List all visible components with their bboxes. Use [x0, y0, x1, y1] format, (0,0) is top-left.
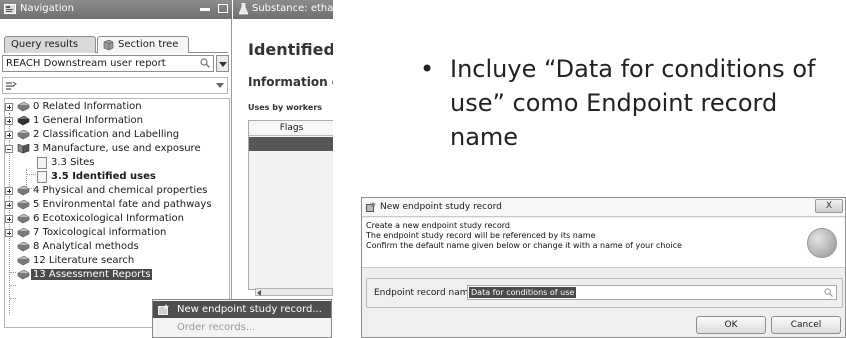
bullet-text: Incluye “Data for conditions of use” com… [450, 55, 816, 151]
navigation-panel: Navigation Query results Section tree RE… [0, 0, 232, 338]
dialog-info-area: Create a new endpoint study record The e… [362, 218, 845, 268]
expand-icon[interactable] [5, 131, 13, 139]
search-icon[interactable] [200, 58, 210, 68]
page-title: Identified [248, 40, 333, 59]
book-icon [17, 214, 30, 224]
expand-icon[interactable] [5, 187, 13, 195]
expand-icon[interactable] [5, 215, 13, 223]
endpoint-record-name-label: Endpoint record name [374, 288, 475, 298]
tab-query-results[interactable]: Query results [4, 36, 96, 53]
menu-item-new-endpoint-study-record[interactable]: New endpoint study record... [153, 301, 331, 318]
expand-icon[interactable] [5, 201, 13, 209]
new-endpoint-dialog: New endpoint study record X Create a new… [361, 197, 846, 338]
chevron-down-icon[interactable] [216, 83, 224, 88]
navigation-title: Navigation [20, 3, 74, 14]
new-record-icon [366, 202, 376, 212]
document-icon [37, 171, 47, 183]
tab-section-tree[interactable]: Section tree [97, 36, 189, 53]
expand-icon[interactable] [5, 229, 13, 237]
book-icon [17, 102, 30, 112]
book-icon [17, 186, 30, 196]
info-line: The endpoint study record will be refere… [366, 231, 596, 240]
table-row[interactable] [249, 137, 333, 151]
context-menu: New endpoint study record... Order recor… [152, 299, 332, 338]
info-line: Create a new endpoint study record [366, 221, 510, 230]
section-tree: 0 Related Information 1 General Informat… [4, 98, 230, 328]
expand-icon[interactable] [5, 103, 13, 111]
flask-icon [239, 3, 248, 15]
flags-column-header[interactable]: Flags [249, 121, 333, 136]
endpoint-record-name-value: Data for conditions of use [469, 287, 577, 298]
book-icon [17, 200, 30, 210]
navigation-icon [4, 4, 16, 14]
substance-titlebar: Substance: etha [233, 0, 333, 19]
status-orb-icon [807, 228, 837, 258]
report-select-value: REACH Downstream user report [6, 58, 166, 69]
substance-panel: Substance: etha Identified Information o… [233, 0, 333, 300]
book-icon [17, 116, 30, 126]
document-icon [37, 157, 47, 169]
horizontal-scrollbar[interactable] [255, 288, 333, 296]
info-line: Confirm the default name given below or … [366, 241, 682, 250]
substance-title: Substance: etha [252, 3, 333, 14]
section-tree-icon [103, 40, 114, 50]
bullet-dot: • [420, 55, 435, 83]
tree-connector [26, 169, 27, 187]
navigation-tabs: Query results Section tree [4, 36, 228, 53]
expand-icon[interactable] [5, 117, 13, 125]
book-icon [17, 228, 30, 238]
book-icon [17, 270, 30, 280]
dialog-title: New endpoint study record [380, 202, 502, 212]
endpoint-record-name-input[interactable]: Data for conditions of use [467, 285, 837, 300]
book-icon [17, 256, 30, 266]
open-book-icon [17, 144, 30, 154]
tree-filter-bar[interactable] [2, 77, 228, 94]
book-icon [17, 130, 30, 140]
uses-by-workers-label: Uses by workers [248, 103, 323, 112]
tree-connector [10, 285, 16, 286]
tree-connector [10, 298, 16, 299]
navigation-titlebar: Navigation [0, 0, 232, 19]
ok-button[interactable]: OK [696, 316, 766, 334]
new-record-icon [158, 304, 169, 315]
filter-icon[interactable] [6, 81, 17, 91]
dialog-titlebar: New endpoint study record X [362, 198, 845, 217]
report-select[interactable]: REACH Downstream user report [2, 55, 214, 72]
section-subtitle: Information o [248, 75, 333, 89]
minimize-icon[interactable] [200, 8, 210, 11]
book-icon [17, 242, 30, 252]
cancel-button[interactable]: Cancel [771, 316, 841, 334]
tree-connector [10, 272, 16, 273]
search-icon[interactable] [824, 288, 833, 297]
uses-table: Flags [248, 120, 333, 290]
tree-connector [26, 174, 36, 175]
maximize-icon[interactable] [218, 4, 228, 13]
endpoint-name-group: Endpoint record name Data for conditions… [366, 278, 843, 308]
close-button[interactable]: X [815, 199, 843, 213]
report-select-dropdown-button[interactable] [216, 55, 229, 72]
collapse-icon[interactable] [5, 145, 13, 153]
menu-item-order-records[interactable]: Order records... [153, 319, 331, 336]
